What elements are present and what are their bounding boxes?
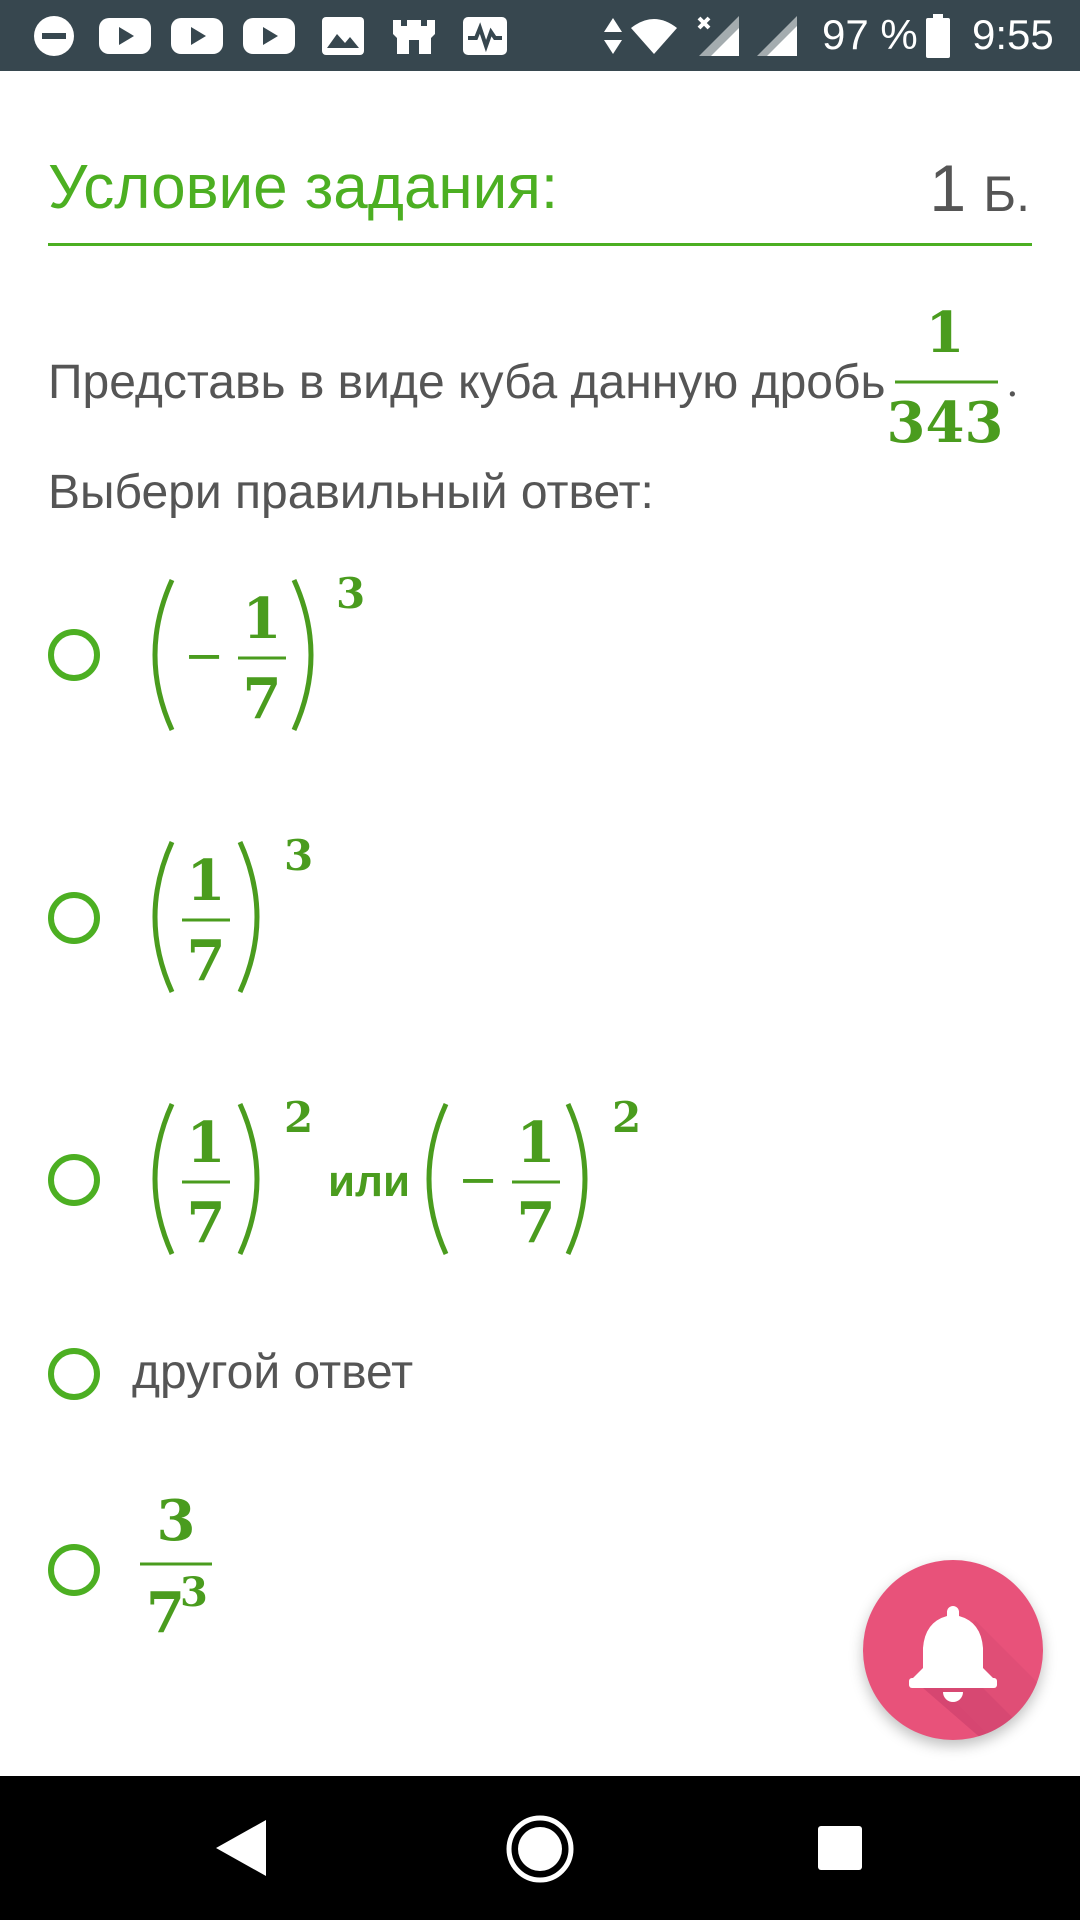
question-fraction-numerator: 1	[926, 300, 965, 366]
activity-icon	[460, 14, 510, 58]
home-icon[interactable]	[505, 1814, 575, 1884]
recents-icon[interactable]	[816, 1824, 864, 1872]
youtube-icon	[170, 14, 224, 58]
task-title: Условие задания:	[48, 153, 559, 222]
clock: 9:55	[972, 11, 1054, 58]
right-paren	[237, 1102, 260, 1256]
youtube-icon	[242, 14, 296, 58]
numerator: 1	[517, 1110, 556, 1176]
exponent: 3	[336, 569, 365, 618]
status-bar: 97 % 9:55	[0, 0, 1080, 71]
header-divider	[48, 243, 1032, 246]
denominator: 7	[187, 928, 226, 994]
back-icon[interactable]	[212, 1816, 272, 1880]
denominator-exponent: 3	[180, 1569, 208, 1616]
image-icon	[320, 14, 366, 58]
left-paren	[152, 840, 175, 994]
numerator: 1	[187, 848, 226, 914]
right-paren	[237, 840, 260, 994]
option-5-math: 3 7 3	[140, 1488, 212, 1646]
minus-sign: −	[184, 628, 224, 684]
option-2-math: 1 7 3	[152, 831, 313, 994]
radio-button[interactable]	[48, 1544, 100, 1596]
denominator: 7	[187, 1190, 226, 1256]
points-unit: Б.	[983, 166, 1030, 222]
youtube-icon	[98, 14, 152, 58]
radio-button[interactable]	[48, 892, 100, 944]
data-arrows-icon	[600, 14, 626, 58]
radio-button[interactable]	[48, 629, 100, 681]
task-points: 1 Б.	[929, 148, 1030, 234]
signal-icon	[754, 14, 800, 58]
bell-icon	[909, 1606, 1043, 1740]
wifi-icon	[628, 14, 680, 58]
question-fraction: 1 343 .	[887, 300, 1019, 456]
navigation-bar	[0, 1776, 1080, 1920]
exponent: 2	[612, 1093, 641, 1142]
exponent: 3	[284, 831, 313, 880]
question-text: Представь в виде куба данную дробь	[48, 356, 886, 409]
exponent: 2	[284, 1093, 313, 1142]
minus-sign: −	[458, 1152, 498, 1208]
denominator: 7	[517, 1190, 556, 1256]
option-1-math: − 1 7 3	[152, 569, 365, 732]
battery-percent: 97 %	[822, 11, 918, 58]
left-paren	[152, 1102, 175, 1256]
left-paren	[426, 1102, 449, 1256]
left-paren	[152, 578, 175, 732]
option-label: другой ответ	[132, 1346, 414, 1399]
option-3-math: 1 7 2 или − 1 7 2	[152, 1093, 641, 1256]
numerator: 3	[157, 1488, 196, 1554]
right-paren	[291, 578, 314, 732]
numerator: 1	[187, 1110, 226, 1176]
castle-icon	[388, 14, 440, 58]
right-paren	[565, 1102, 588, 1256]
instruction-text: Выбери правильный ответ:	[48, 466, 654, 519]
signal-no-service-icon	[694, 14, 742, 58]
question-fraction-denominator: 343	[887, 390, 1004, 456]
radio-button[interactable]	[48, 1154, 100, 1206]
minus-circle-icon	[30, 14, 78, 58]
denominator: 7	[243, 666, 282, 732]
battery-icon	[924, 14, 952, 58]
question-trailing-dot: .	[1006, 360, 1019, 406]
numerator: 1	[243, 586, 282, 652]
or-joiner: или	[328, 1157, 410, 1206]
points-value: 1	[929, 151, 967, 225]
radio-button[interactable]	[48, 1348, 100, 1400]
notifications-button[interactable]	[863, 1560, 1043, 1740]
